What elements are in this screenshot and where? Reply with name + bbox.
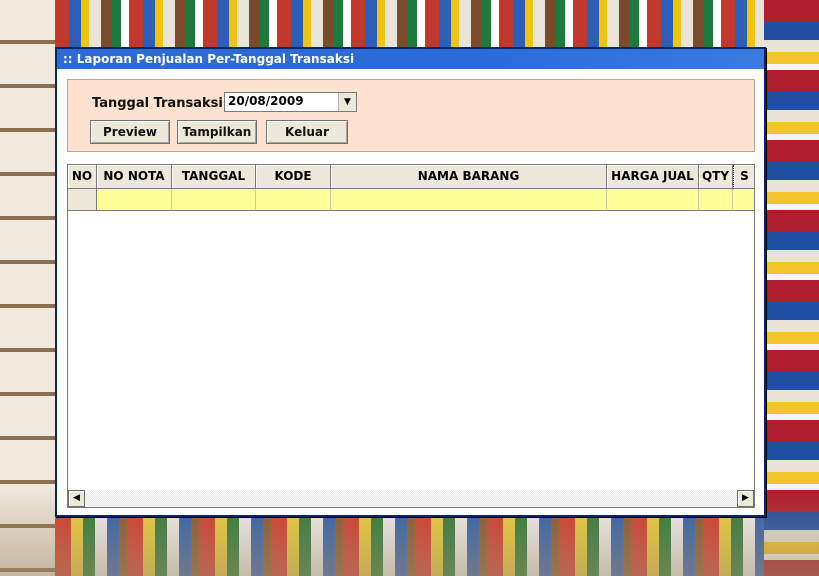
table-row[interactable]	[68, 189, 754, 211]
column-header-nama-barang[interactable]: NAMA BARANG	[331, 165, 607, 189]
column-header-s[interactable]: S	[733, 165, 754, 189]
column-header-harga-jual[interactable]: HARGA JUAL	[607, 165, 699, 189]
preview-button[interactable]: Preview	[90, 120, 170, 144]
column-header-tanggal[interactable]: TANGGAL	[172, 165, 256, 189]
keluar-button[interactable]: Keluar	[266, 120, 348, 144]
window-title: :: Laporan Penjualan Per-Tanggal Transak…	[63, 52, 355, 66]
window-titlebar[interactable]: :: Laporan Penjualan Per-Tanggal Transak…	[57, 49, 764, 69]
column-header-kode[interactable]: KODE	[256, 165, 331, 189]
cell-tanggal[interactable]	[172, 189, 256, 211]
cell-qty[interactable]	[699, 189, 733, 211]
report-window: :: Laporan Penjualan Per-Tanggal Transak…	[55, 47, 766, 517]
grid-header-row: NO NO NOTA TANGGAL KODE NAMA BARANG HARG…	[68, 165, 754, 189]
tanggal-transaksi-label: Tanggal Transaksi	[92, 96, 223, 111]
tanggal-transaksi-value: 20/08/2009	[228, 94, 304, 108]
tanggal-transaksi-picker[interactable]: 20/08/2009 ▼	[224, 92, 357, 112]
tampilkan-button[interactable]: Tampilkan	[177, 120, 257, 144]
row-selector-cell[interactable]	[68, 189, 97, 211]
horizontal-scrollbar[interactable]: ◀ ▶	[68, 490, 754, 507]
chevron-down-icon[interactable]: ▼	[338, 93, 356, 111]
cell-s[interactable]	[733, 189, 754, 211]
cell-nama-barang[interactable]	[331, 189, 607, 211]
scroll-left-icon[interactable]: ◀	[68, 490, 85, 507]
column-header-qty[interactable]: QTY	[699, 165, 733, 189]
cell-harga-jual[interactable]	[607, 189, 699, 211]
cell-kode[interactable]	[256, 189, 331, 211]
background-shelf-top	[55, 0, 764, 48]
scroll-right-icon[interactable]: ▶	[737, 490, 754, 507]
sales-report-grid[interactable]: NO NO NOTA TANGGAL KODE NAMA BARANG HARG…	[67, 164, 755, 508]
cell-no-nota[interactable]	[97, 189, 172, 211]
filter-panel: Tanggal Transaksi 20/08/2009 ▼ Preview T…	[67, 79, 755, 152]
column-header-no-nota[interactable]: NO NOTA	[97, 165, 172, 189]
column-header-no[interactable]: NO	[68, 165, 97, 189]
